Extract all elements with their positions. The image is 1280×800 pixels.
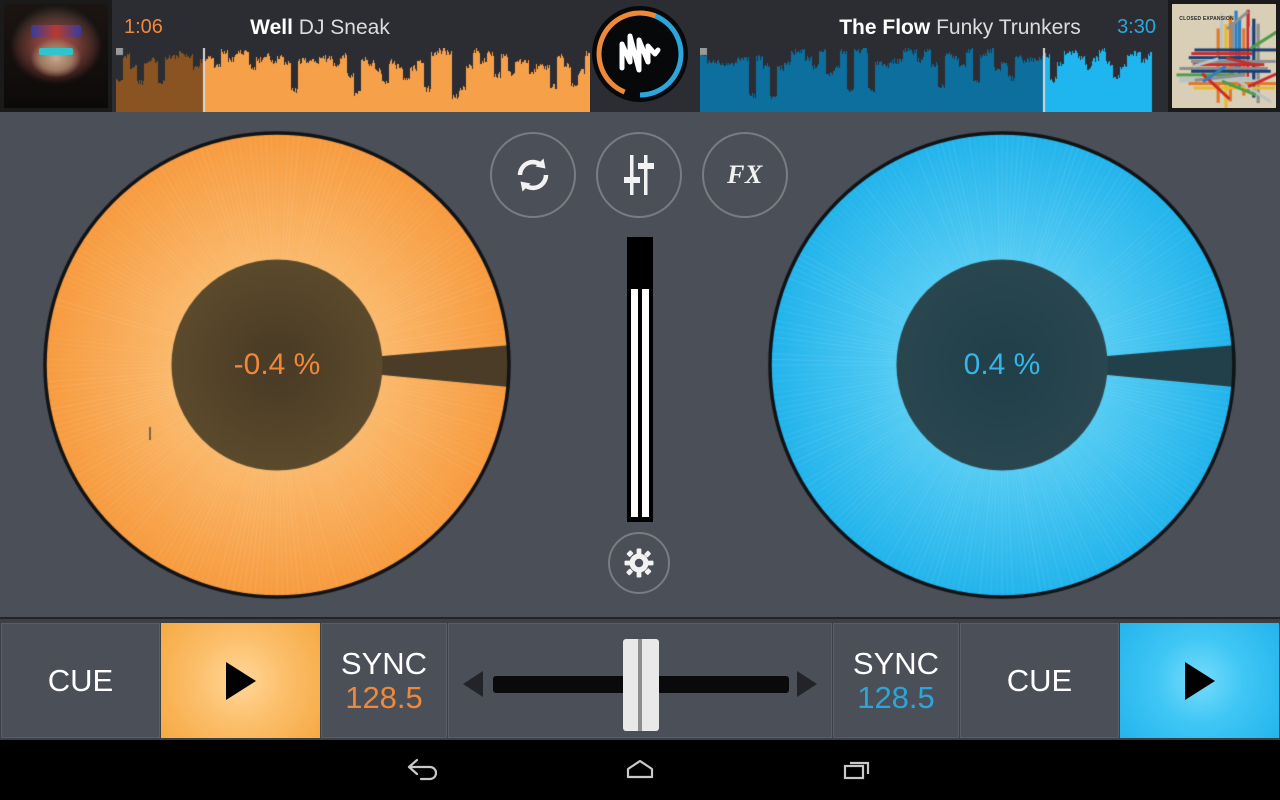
- vertical-fader-thumb[interactable]: [631, 289, 649, 517]
- android-navigation-bar: [0, 740, 1280, 800]
- deck-b-track-title: The Flow: [839, 16, 931, 39]
- fx-button[interactable]: FX: [702, 132, 788, 218]
- transport-bar: CUE SYNC 128.5 SYNC 128.5 CUE: [0, 617, 1280, 740]
- album-art-image-b: CLOSED EXPANSION: [1172, 4, 1276, 108]
- deck-a-waveform[interactable]: [116, 48, 590, 112]
- album-art-title-b: CLOSED EXPANSION: [1179, 16, 1234, 23]
- deck-a-sync-label: SYNC: [340, 645, 428, 681]
- deck-b-play-button[interactable]: [1120, 623, 1279, 738]
- deck-b-album-art[interactable]: CLOSED EXPANSION: [1168, 0, 1280, 112]
- back-arrow-icon[interactable]: [363, 740, 483, 800]
- deck-a-cue-label: CUE: [47, 662, 114, 698]
- deck-area: -0.4 % FX 0.4 %: [0, 112, 1280, 617]
- deck-b-platter[interactable]: 0.4 %: [767, 130, 1237, 600]
- deck-b-cue-button[interactable]: CUE: [960, 623, 1119, 738]
- master-crossfader-vertical[interactable]: [627, 237, 653, 522]
- deck-b-cue-label: CUE: [1006, 662, 1073, 698]
- deck-b-remaining-time: 3:30: [1117, 16, 1156, 38]
- deck-a-platter[interactable]: -0.4 %: [42, 130, 512, 600]
- deck-b-sync-button[interactable]: SYNC 128.5: [833, 623, 959, 738]
- deck-b-track-artist: Funky Trunkers: [936, 16, 1081, 39]
- deck-a-play-button[interactable]: [161, 623, 320, 738]
- crossfader[interactable]: [448, 623, 832, 738]
- top-bar: 1:06 Well DJ Sneak The Flow Funky Trunke…: [0, 0, 1280, 112]
- deck-b-waveform[interactable]: [700, 48, 1168, 112]
- deck-a-track-artist: DJ Sneak: [298, 16, 390, 39]
- waveform-logo-icon[interactable]: [592, 6, 688, 102]
- fx-label: FX: [727, 160, 763, 189]
- deck-a-bpm: 128.5: [345, 679, 423, 715]
- play-icon: [1184, 661, 1215, 700]
- play-icon: [225, 661, 256, 700]
- deck-a-track-title: Well: [250, 16, 293, 39]
- triangle-left-icon[interactable]: [463, 671, 483, 697]
- dj-app-root: 1:06 Well DJ Sneak The Flow Funky Trunke…: [0, 0, 1280, 800]
- crossfader-thumb[interactable]: [623, 639, 659, 731]
- triangle-right-icon[interactable]: [797, 671, 817, 697]
- deck-a-sync-button[interactable]: SYNC 128.5: [321, 623, 447, 738]
- recent-apps-icon[interactable]: [797, 740, 917, 800]
- deck-a-track-info[interactable]: Well DJ Sneak: [0, 16, 640, 40]
- deck-b-bpm: 128.5: [857, 679, 935, 715]
- loop-refresh-icon[interactable]: [490, 132, 576, 218]
- deck-b-sync-label: SYNC: [852, 645, 940, 681]
- equalizer-sliders-icon[interactable]: [596, 132, 682, 218]
- deck-a-cue-button[interactable]: CUE: [1, 623, 160, 738]
- home-icon[interactable]: [580, 740, 700, 800]
- gear-icon[interactable]: [608, 532, 670, 594]
